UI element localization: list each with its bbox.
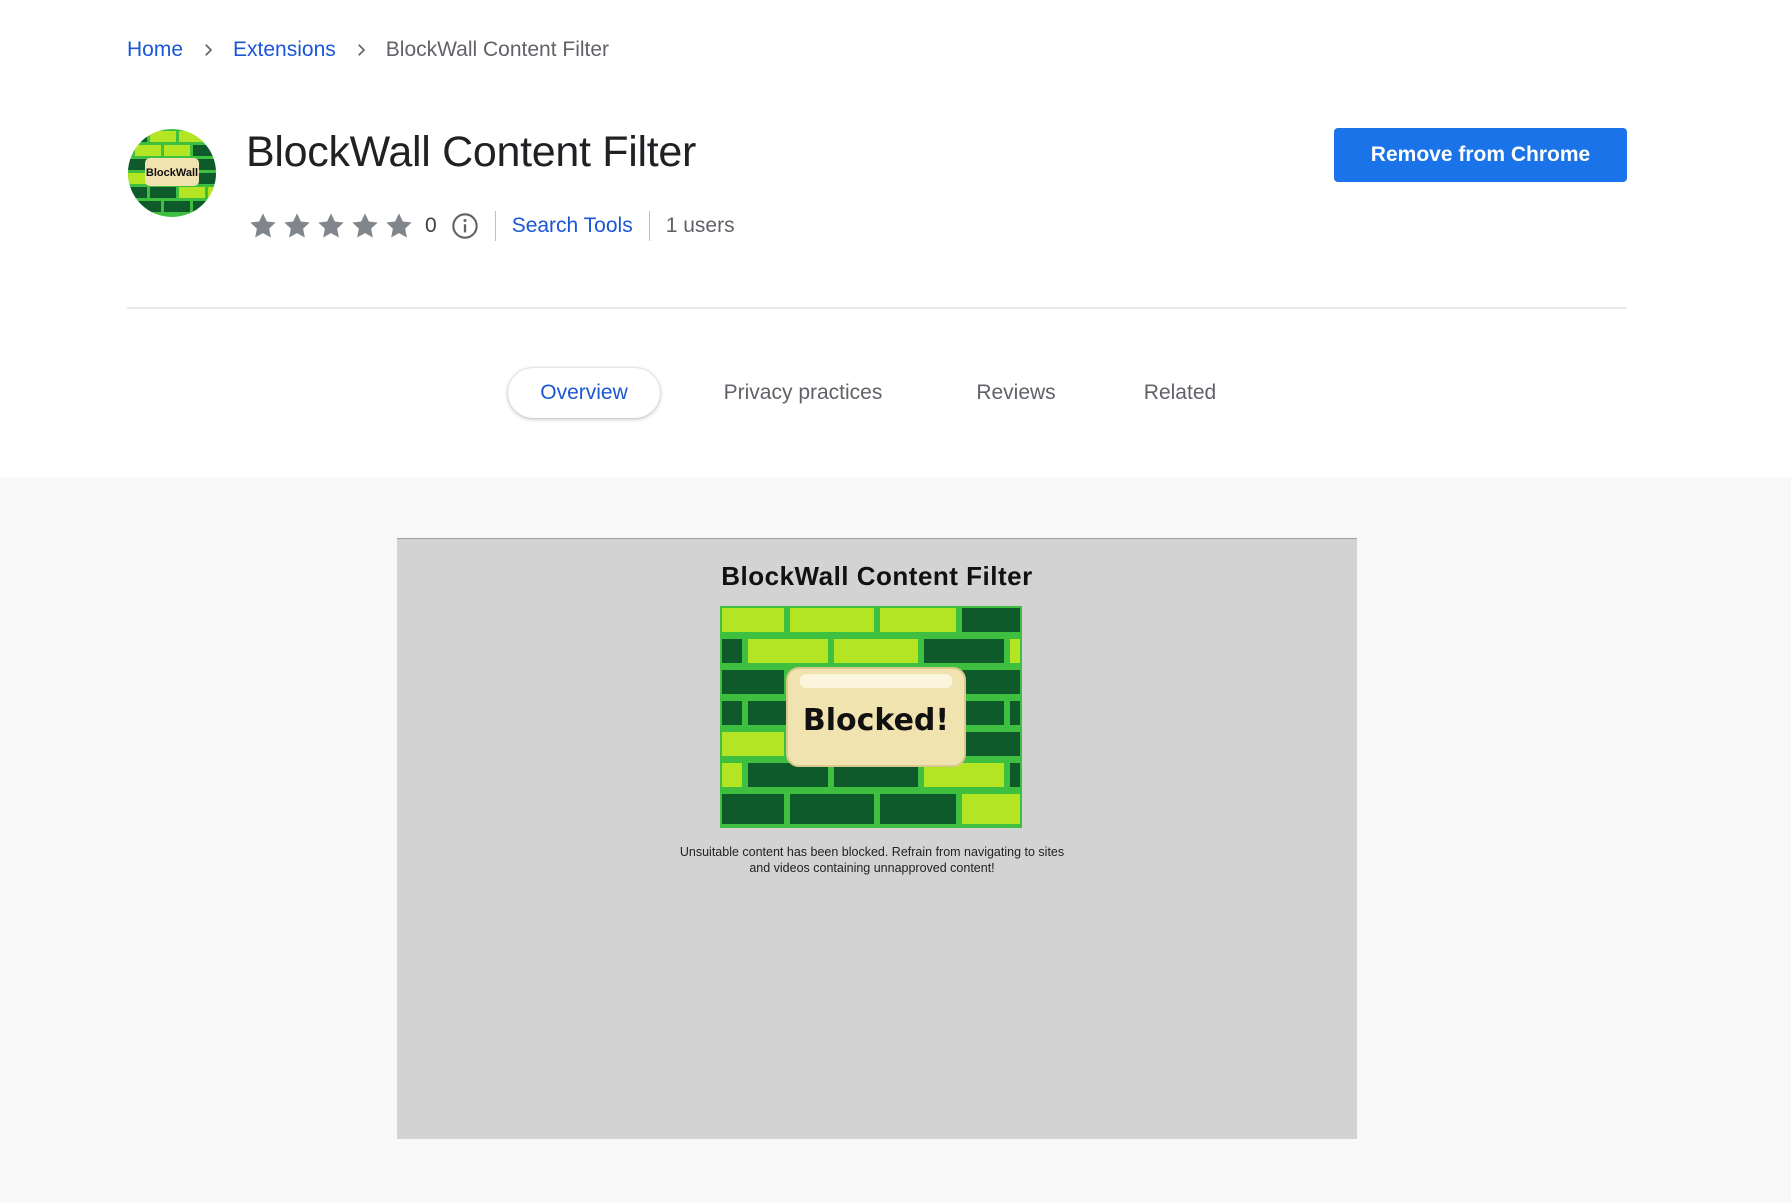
logo-lettering: BlockWall — [146, 167, 198, 179]
breadcrumb-extensions-link[interactable]: Extensions — [233, 38, 336, 62]
blocked-badge-text: Blocked! — [803, 703, 949, 738]
tab-reviews[interactable]: Reviews — [960, 368, 1072, 418]
divider — [494, 211, 496, 241]
breadcrumb-home-link[interactable]: Home — [127, 38, 183, 62]
star-icon — [284, 213, 310, 238]
divider — [648, 211, 650, 241]
chevron-right-icon — [205, 44, 213, 56]
user-count: 1 users — [665, 214, 735, 237]
star-icon — [250, 213, 276, 238]
screenshot-title: BlockWall Content Filter — [721, 561, 1033, 591]
rating-count: 0 — [425, 214, 437, 237]
info-icon[interactable] — [451, 212, 479, 240]
brick-wall-image: Blocked! — [720, 606, 1022, 828]
star-icon — [318, 213, 344, 238]
extension-logo-icon: BlockWall — [128, 129, 216, 217]
section-divider — [127, 307, 1627, 309]
chevron-right-icon — [357, 44, 365, 56]
extension-screenshot[interactable]: BlockWall Content Filter Blocked! Unsuit… — [397, 538, 1357, 1139]
header-section: Home Extensions BlockWall Content Filter — [0, 0, 1791, 477]
tab-overview[interactable]: Overview — [508, 368, 660, 418]
screenshot-caption: Unsuitable content has been blocked. Ref… — [679, 845, 1065, 875]
rating-stars — [247, 210, 415, 242]
star-icon — [352, 213, 378, 238]
extension-meta: 0 Search Tools 1 users — [247, 208, 735, 244]
tab-bar: Overview Privacy practices Reviews Relat… — [0, 368, 1791, 420]
breadcrumb-current: BlockWall Content Filter — [385, 38, 610, 61]
tab-related[interactable]: Related — [1128, 368, 1232, 418]
remove-from-chrome-button[interactable]: Remove from Chrome — [1334, 128, 1627, 182]
tab-privacy-practices[interactable]: Privacy practices — [706, 368, 900, 418]
category-link[interactable]: Search Tools — [512, 214, 633, 238]
breadcrumb: Home Extensions BlockWall Content Filter — [127, 38, 609, 62]
star-icon — [386, 213, 412, 238]
extension-title: BlockWall Content Filter — [246, 128, 697, 176]
